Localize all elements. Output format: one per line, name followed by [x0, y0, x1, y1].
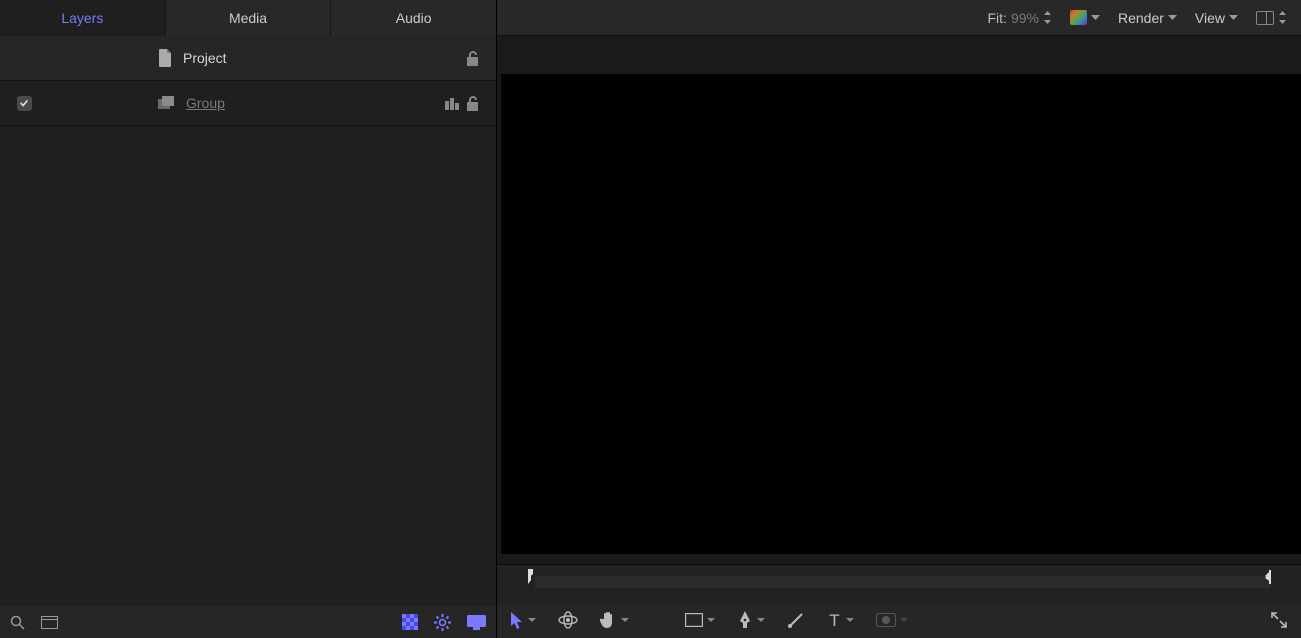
render-label: Render [1118, 10, 1164, 26]
text-tool[interactable]: T [827, 613, 854, 628]
isolate-icon[interactable] [445, 96, 460, 110]
chevron-down-icon [528, 618, 536, 623]
canvas[interactable] [501, 74, 1301, 554]
chevron-down-icon [846, 618, 854, 623]
sidebar-tabs: Layers Media Audio [0, 0, 496, 36]
out-marker-icon[interactable] [1263, 570, 1273, 586]
group-icon [158, 96, 176, 110]
stepper-icon [1278, 11, 1287, 24]
group-label: Group [186, 95, 225, 111]
chevron-down-icon [1091, 15, 1100, 21]
svg-text:T: T [829, 613, 839, 628]
chevron-down-icon [1168, 15, 1177, 21]
view-label: View [1195, 10, 1225, 26]
viewer-topbar: Fit: 99% Render View [497, 0, 1301, 36]
search-icon[interactable] [10, 615, 25, 630]
chevron-down-icon [900, 618, 908, 623]
layers-empty-area[interactable] [0, 126, 496, 606]
brush-tool[interactable] [787, 611, 805, 629]
render-dropdown[interactable]: Render [1118, 10, 1177, 26]
layout-dropdown[interactable] [1256, 11, 1287, 25]
chevron-down-icon [621, 618, 629, 623]
chevron-down-icon [707, 618, 715, 623]
pen-tool[interactable] [737, 611, 765, 629]
select-tool[interactable] [511, 612, 536, 629]
checker-icon[interactable] [402, 614, 418, 630]
project-label: Project [183, 50, 227, 66]
orbit-tool[interactable] [558, 611, 578, 629]
layers-footer [0, 606, 496, 638]
expand-icon[interactable] [1271, 612, 1287, 628]
viewer-panel: Fit: 99% Render View [497, 0, 1301, 638]
lock-icon[interactable] [466, 51, 480, 66]
color-swatch-icon [1070, 10, 1087, 25]
shape-tool[interactable] [685, 613, 715, 627]
hand-tool[interactable] [600, 611, 629, 629]
project-row[interactable]: Project [0, 36, 496, 81]
mask-tool[interactable] [876, 613, 908, 627]
fit-label: Fit: [988, 10, 1007, 26]
group-row[interactable]: Group [0, 81, 496, 126]
tab-layers[interactable]: Layers [0, 0, 166, 36]
tab-audio[interactable]: Audio [331, 0, 496, 36]
mini-timeline-track[interactable] [535, 576, 1271, 588]
chevron-down-icon [1229, 15, 1238, 21]
stepper-icon [1043, 11, 1052, 24]
layers-panel: Layers Media Audio Project [0, 0, 497, 638]
gear-icon[interactable] [434, 614, 451, 631]
document-icon [158, 49, 173, 67]
color-channel-dropdown[interactable] [1070, 10, 1100, 25]
layout-icon [1256, 11, 1274, 25]
fit-value: 99% [1011, 10, 1039, 26]
canvas-toolbar: T [497, 602, 1301, 638]
in-marker-icon[interactable] [525, 569, 537, 587]
mini-timeline[interactable] [497, 564, 1301, 602]
group-checkbox[interactable] [17, 96, 32, 111]
chevron-down-icon [757, 618, 765, 623]
canvas-area [497, 36, 1301, 564]
view-dropdown[interactable]: View [1195, 10, 1238, 26]
fit-dropdown[interactable]: Fit: 99% [988, 10, 1052, 26]
screen-icon[interactable] [467, 615, 486, 630]
lock-icon[interactable] [466, 96, 480, 111]
panel-icon[interactable] [41, 616, 58, 629]
tab-media[interactable]: Media [166, 0, 332, 36]
